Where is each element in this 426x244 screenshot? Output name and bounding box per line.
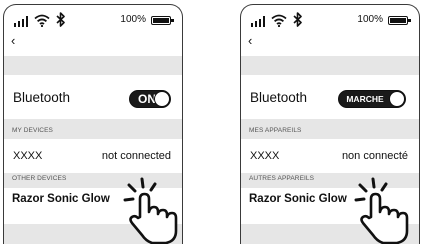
other-devices-header: OTHER DEVICES <box>12 175 67 182</box>
toggle-knob <box>154 91 170 107</box>
phone-screen-french: 100% ‹ Bluetooth MARCHE MES APPAREILS XX… <box>240 4 420 244</box>
status-bar: 100% <box>241 5 419 31</box>
other-device-name[interactable]: Razor Sonic Glow <box>12 193 110 205</box>
battery-percent: 100% <box>120 14 146 25</box>
bluetooth-toggle[interactable]: ON <box>129 90 171 108</box>
section-spacer <box>241 56 419 75</box>
device-name: XXXX <box>13 150 43 162</box>
device-status: non connecté <box>341 150 408 162</box>
wifi-icon <box>34 14 50 27</box>
my-devices-header: MES APPAREILS <box>249 127 302 134</box>
device-status: not connected <box>101 150 171 162</box>
toggle-label: ON <box>138 92 156 106</box>
my-devices-header: MY DEVICES <box>12 127 53 134</box>
bluetooth-icon <box>293 12 302 27</box>
toggle-label: MARCHE <box>346 94 384 104</box>
status-bar: 100% <box>4 5 182 31</box>
other-device-name[interactable]: Razor Sonic Glow <box>249 193 347 205</box>
other-devices-header: AUTRES APPAREILS <box>249 175 315 182</box>
section-spacer <box>4 56 182 75</box>
tap-hand-icon <box>123 177 178 244</box>
signal-icon <box>14 16 30 27</box>
phone-screen-english: 100% ‹ Bluetooth ON MY DEVICES XXXX not … <box>3 4 183 244</box>
battery-icon <box>151 16 174 25</box>
back-icon[interactable]: ‹ <box>11 34 15 47</box>
device-name: XXXX <box>250 150 280 162</box>
bluetooth-toggle[interactable]: MARCHE <box>338 90 406 108</box>
toggle-knob <box>389 91 405 107</box>
bluetooth-label: Bluetooth <box>250 90 308 105</box>
signal-icon <box>251 16 267 27</box>
bluetooth-label: Bluetooth <box>13 90 71 105</box>
wifi-icon <box>271 14 287 27</box>
tap-hand-icon <box>354 177 409 244</box>
battery-icon <box>388 16 411 25</box>
back-icon[interactable]: ‹ <box>248 34 252 47</box>
battery-percent: 100% <box>357 14 383 25</box>
bluetooth-icon <box>56 12 65 27</box>
